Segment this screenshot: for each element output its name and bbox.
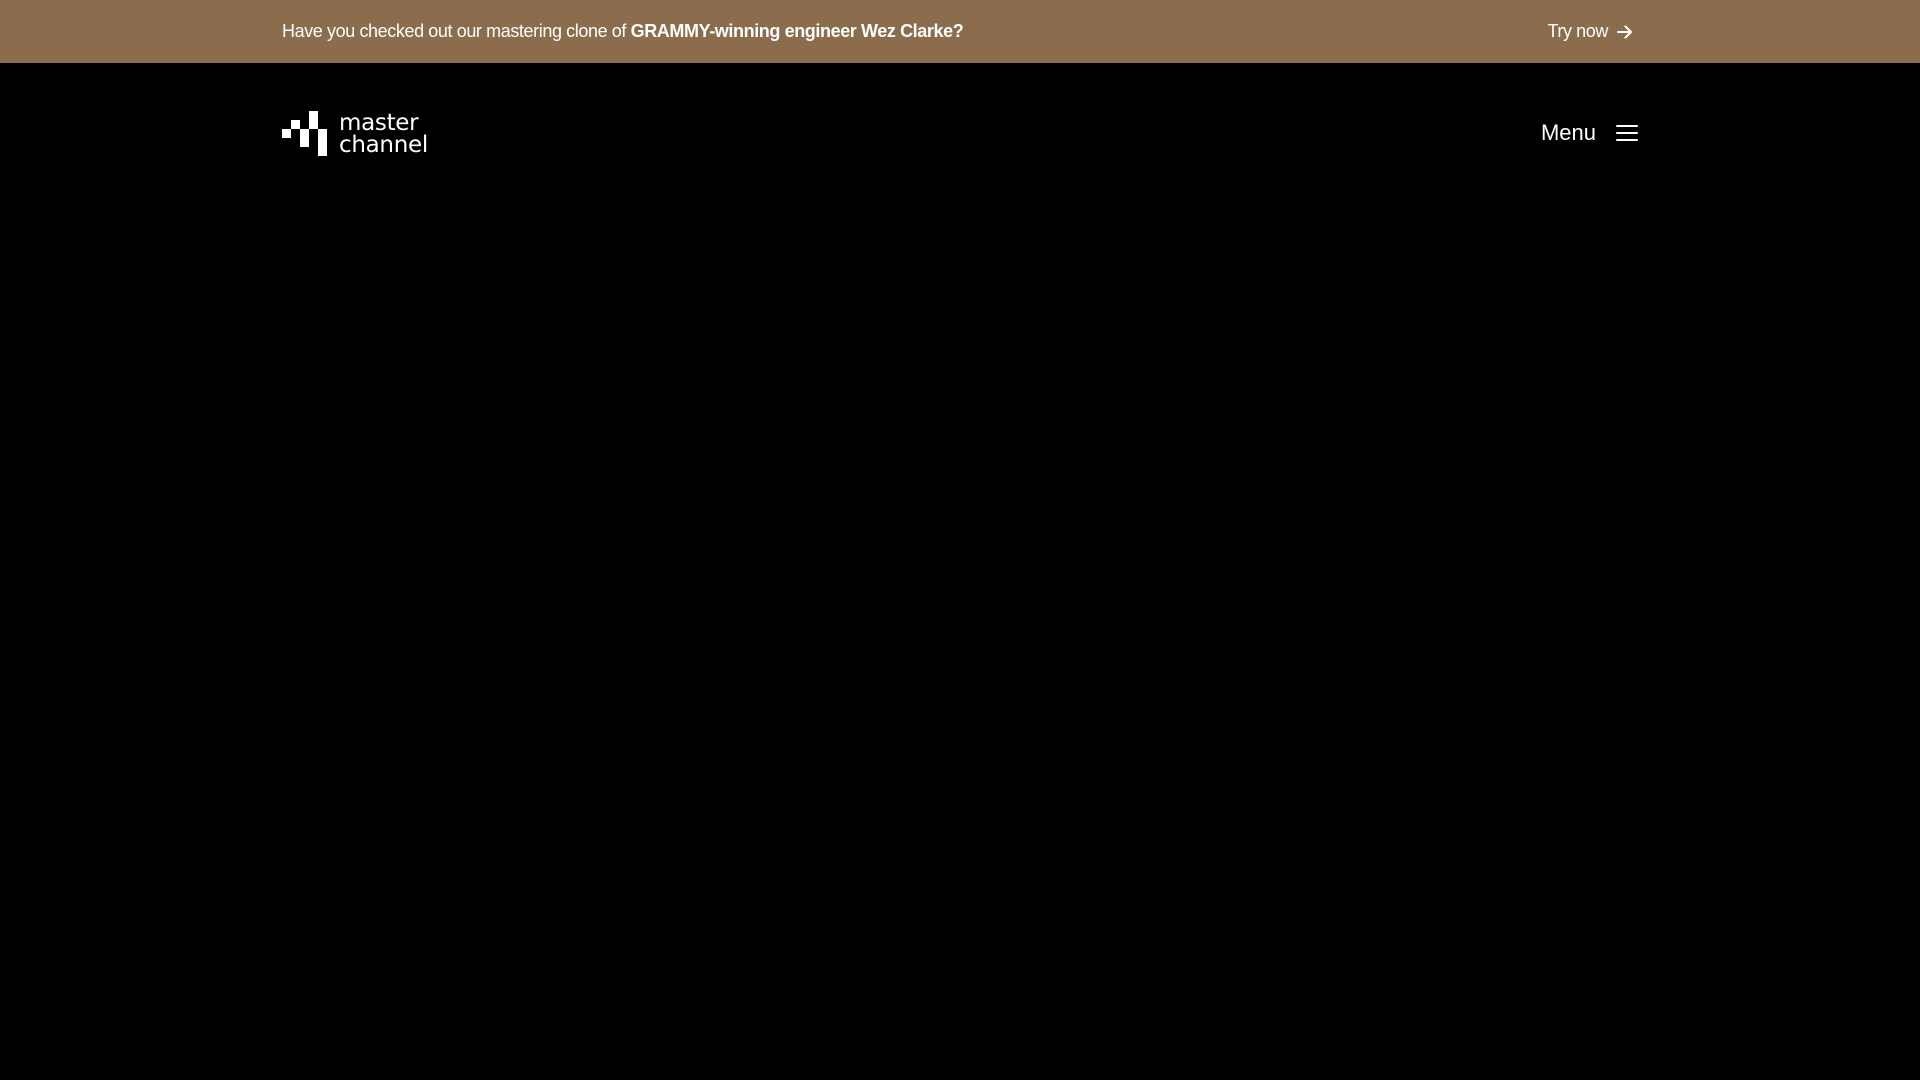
try-now-link[interactable]: Try now	[1547, 0, 1634, 63]
announcement-text-prefix: Have you checked out our mastering clone…	[282, 21, 631, 41]
logo-line-2: channel	[339, 131, 428, 158]
menu-label: Menu	[1540, 120, 1596, 145]
hamburger-icon	[1616, 125, 1638, 141]
site-header: master channel Menu	[0, 63, 1920, 203]
logo[interactable]: master channel	[282, 111, 428, 156]
menu-button[interactable]: Menu	[1541, 118, 1638, 148]
logo-line-1: master	[339, 109, 419, 136]
try-now-label: Try now	[1547, 21, 1608, 41]
logo-wordmark: master channel	[339, 109, 428, 158]
announcement-text: Have you checked out our mastering clone…	[282, 0, 964, 63]
announcement-bar: Have you checked out our mastering clone…	[0, 0, 1920, 63]
arrow-right-icon	[1617, 25, 1632, 38]
logo-mark-icon	[282, 111, 327, 156]
announcement-highlight: GRAMMY-winning engineer Wez Clarke?	[630, 21, 964, 41]
